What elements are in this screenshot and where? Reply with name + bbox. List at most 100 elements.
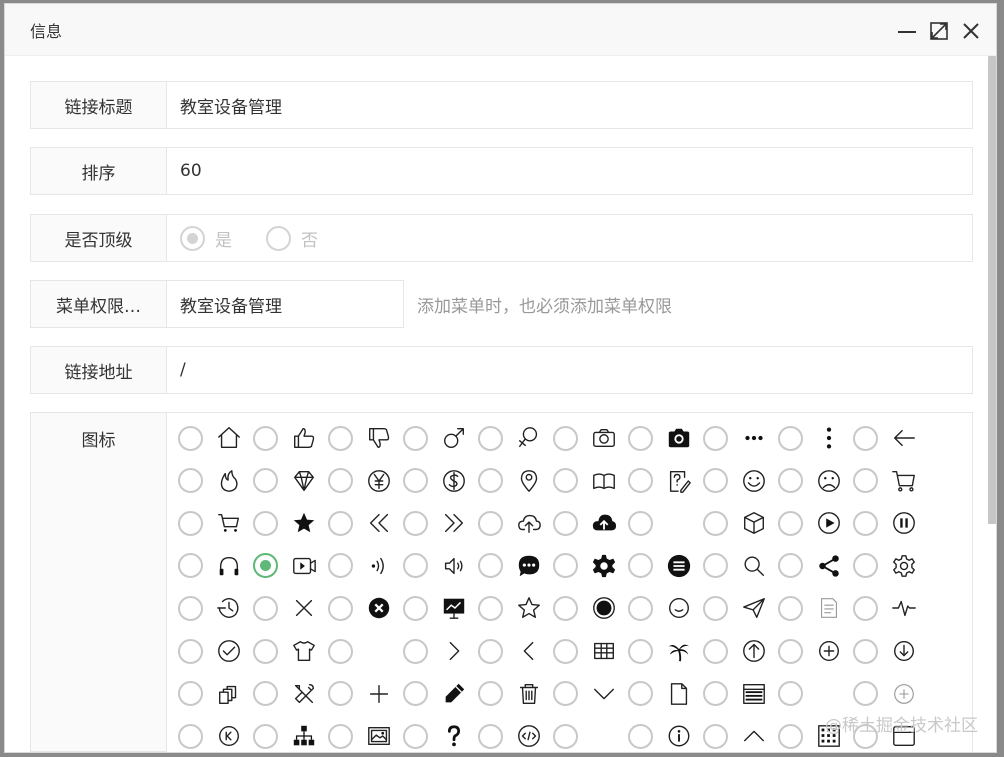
icon-radio[interactable] <box>778 638 803 664</box>
minimize-button[interactable] <box>896 20 918 42</box>
icon-option[interactable] <box>553 460 628 502</box>
icon-option[interactable] <box>403 417 478 459</box>
icon-radio[interactable] <box>403 638 428 664</box>
icon-radio[interactable] <box>853 510 878 536</box>
icon-radio[interactable] <box>178 553 203 579</box>
icon-option[interactable] <box>328 502 403 544</box>
icon-option[interactable] <box>853 630 928 672</box>
icon-radio[interactable] <box>703 638 728 664</box>
icon-option[interactable] <box>328 545 403 587</box>
icon-radio[interactable] <box>703 681 728 707</box>
icon-option[interactable] <box>778 502 853 544</box>
icon-radio[interactable] <box>253 681 278 707</box>
icon-option[interactable] <box>553 630 628 672</box>
icon-radio[interactable] <box>778 595 803 621</box>
icon-radio[interactable] <box>253 510 278 536</box>
icon-option[interactable] <box>628 460 703 502</box>
icon-option[interactable] <box>253 715 328 752</box>
icon-option[interactable] <box>178 587 253 629</box>
icon-radio[interactable] <box>778 510 803 536</box>
icon-option[interactable] <box>478 715 553 752</box>
icon-radio[interactable] <box>253 638 278 664</box>
icon-option[interactable] <box>553 587 628 629</box>
icon-option[interactable] <box>703 545 778 587</box>
icon-option[interactable] <box>178 630 253 672</box>
icon-radio[interactable] <box>478 723 503 749</box>
icon-option[interactable] <box>703 673 778 715</box>
icon-option[interactable] <box>178 417 253 459</box>
icon-radio[interactable] <box>403 681 428 707</box>
icon-option[interactable] <box>403 630 478 672</box>
icon-radio[interactable] <box>403 425 428 451</box>
icon-option[interactable] <box>628 587 703 629</box>
icon-radio[interactable] <box>253 595 278 621</box>
icon-radio[interactable] <box>553 638 578 664</box>
icon-option[interactable] <box>403 502 478 544</box>
icon-radio[interactable] <box>853 425 878 451</box>
icon-option[interactable] <box>478 630 553 672</box>
icon-option[interactable] <box>403 673 478 715</box>
icon-radio[interactable] <box>778 468 803 494</box>
icon-radio[interactable] <box>553 553 578 579</box>
icon-option[interactable] <box>478 417 553 459</box>
icon-option[interactable] <box>403 545 478 587</box>
icon-option[interactable] <box>253 587 328 629</box>
icon-radio[interactable] <box>853 638 878 664</box>
icon-option[interactable] <box>628 715 703 752</box>
icon-radio[interactable] <box>178 638 203 664</box>
icon-option[interactable] <box>478 587 553 629</box>
icon-radio[interactable] <box>553 723 578 749</box>
icon-option[interactable] <box>328 587 403 629</box>
icon-radio[interactable] <box>178 681 203 707</box>
icon-radio[interactable] <box>328 595 353 621</box>
icon-option[interactable] <box>328 673 403 715</box>
icon-radio[interactable] <box>403 595 428 621</box>
icon-radio[interactable] <box>178 510 203 536</box>
icon-radio[interactable] <box>403 723 428 749</box>
icon-radio[interactable] <box>778 425 803 451</box>
icon-radio[interactable] <box>853 595 878 621</box>
icon-option[interactable] <box>253 417 328 459</box>
icon-option[interactable] <box>778 587 853 629</box>
icon-radio[interactable] <box>553 681 578 707</box>
icon-radio[interactable] <box>553 595 578 621</box>
icon-radio[interactable] <box>478 553 503 579</box>
icon-option[interactable] <box>703 502 778 544</box>
icon-option[interactable] <box>853 502 928 544</box>
icon-option[interactable] <box>178 673 253 715</box>
icon-option[interactable] <box>553 502 628 544</box>
icon-option[interactable] <box>328 715 403 752</box>
icon-radio[interactable] <box>403 553 428 579</box>
icon-radio[interactable] <box>628 468 653 494</box>
icon-option[interactable] <box>853 417 928 459</box>
icon-radio[interactable] <box>253 425 278 451</box>
icon-option[interactable] <box>628 673 703 715</box>
icon-radio[interactable] <box>178 468 203 494</box>
icon-radio[interactable] <box>328 723 353 749</box>
icon-option[interactable] <box>403 715 478 752</box>
icon-option[interactable] <box>328 460 403 502</box>
icon-option[interactable] <box>778 673 853 715</box>
icon-option[interactable] <box>178 715 253 752</box>
icon-option[interactable] <box>853 587 928 629</box>
icon-radio[interactable] <box>328 510 353 536</box>
icon-option[interactable] <box>178 460 253 502</box>
icon-option[interactable] <box>478 502 553 544</box>
icon-option[interactable] <box>478 545 553 587</box>
icon-radio[interactable] <box>703 468 728 494</box>
icon-option[interactable] <box>628 502 703 544</box>
icon-radio[interactable] <box>778 723 803 749</box>
icon-option[interactable] <box>403 587 478 629</box>
icon-radio[interactable] <box>478 681 503 707</box>
icon-radio[interactable] <box>703 595 728 621</box>
sort-input[interactable]: 60 <box>167 147 973 195</box>
icon-radio[interactable] <box>778 553 803 579</box>
icon-radio[interactable] <box>478 595 503 621</box>
icon-option[interactable] <box>178 545 253 587</box>
icon-option[interactable] <box>253 545 328 587</box>
icon-option[interactable] <box>253 630 328 672</box>
icon-radio[interactable] <box>328 425 353 451</box>
icon-option[interactable] <box>328 630 403 672</box>
icon-radio[interactable] <box>628 425 653 451</box>
icon-option[interactable] <box>778 417 853 459</box>
